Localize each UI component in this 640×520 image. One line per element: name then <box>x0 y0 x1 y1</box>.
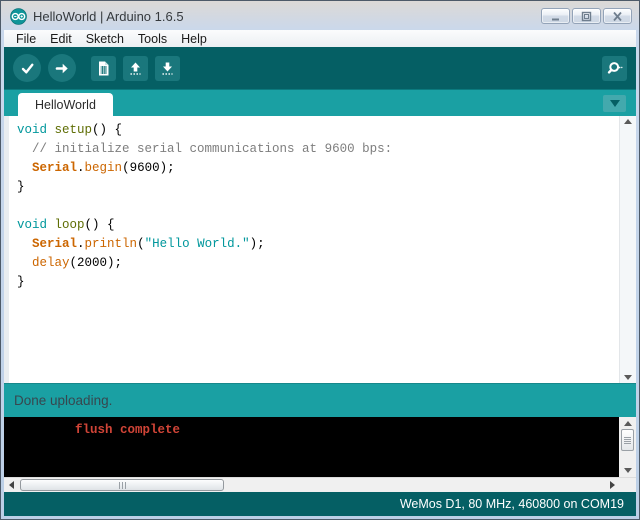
minimize-button[interactable] <box>541 8 570 24</box>
code-line: } <box>17 178 615 197</box>
console-row: flush complete <box>4 417 636 477</box>
console-line: flush complete <box>75 423 619 437</box>
close-button[interactable] <box>603 8 632 24</box>
status-message: Done uploading. <box>14 393 112 408</box>
code-area[interactable]: void setup() { // initialize serial comm… <box>9 116 619 383</box>
open-button[interactable] <box>123 56 148 81</box>
menu-edit[interactable]: Edit <box>43 32 79 46</box>
console-vertical-scrollbar[interactable] <box>619 417 636 477</box>
code-line: void loop() { <box>17 216 615 235</box>
board-info: WeMos D1, 80 MHz, 460800 on COM19 <box>400 497 624 511</box>
arduino-logo-icon <box>10 8 27 25</box>
board-status-footer: WeMos D1, 80 MHz, 460800 on COM19 <box>4 492 636 516</box>
menubar: FileEditSketchToolsHelp <box>4 30 636 47</box>
verify-button[interactable] <box>13 54 41 82</box>
scroll-down-icon[interactable] <box>624 375 632 380</box>
window-controls <box>541 8 632 24</box>
titlebar: HelloWorld | Arduino 1.6.5 <box>4 4 636 30</box>
save-button[interactable] <box>155 56 180 81</box>
checkmark-icon <box>19 60 36 77</box>
arrow-down-icon <box>159 60 176 77</box>
upload-button[interactable] <box>48 54 76 82</box>
triangle-down-icon <box>610 100 620 107</box>
maximize-button[interactable] <box>572 8 601 24</box>
window-title: HelloWorld | Arduino 1.6.5 <box>33 9 541 24</box>
new-sketch-button[interactable] <box>91 56 116 81</box>
code-editor: void setup() { // initialize serial comm… <box>4 116 636 383</box>
scroll-up-icon[interactable] <box>624 119 632 124</box>
maximize-icon <box>579 10 594 23</box>
code-line: Serial.println("Hello World."); <box>17 235 615 254</box>
tab-dropdown-button[interactable] <box>603 95 626 112</box>
code-line: } <box>17 273 615 292</box>
console-scroll-down-icon[interactable] <box>624 468 632 473</box>
minimize-icon <box>548 10 563 23</box>
console-scrollbar-thumb[interactable] <box>621 429 634 451</box>
menu-help[interactable]: Help <box>174 32 214 46</box>
scroll-right-icon[interactable] <box>605 478 619 492</box>
scroll-left-icon[interactable] <box>4 478 18 492</box>
tabbar: HelloWorld <box>4 89 636 116</box>
arrow-right-icon <box>54 60 71 77</box>
serial-monitor-button[interactable] <box>602 56 627 81</box>
code-line <box>17 197 615 216</box>
tab-label: HelloWorld <box>35 98 96 112</box>
console-scroll-up-icon[interactable] <box>624 421 632 426</box>
code-line: delay(2000); <box>17 254 615 273</box>
console-output: flush complete <box>4 417 619 477</box>
menu-tools[interactable]: Tools <box>131 32 174 46</box>
magnifier-icon <box>606 60 623 77</box>
close-icon <box>610 10 625 23</box>
scrollbar-corner <box>619 478 636 492</box>
tab-helloworld[interactable]: HelloWorld <box>18 93 113 116</box>
menu-file[interactable]: File <box>9 32 43 46</box>
toolbar <box>4 47 636 89</box>
arduino-ide-window: HelloWorld | Arduino 1.6.5 FileEditSketc… <box>0 0 640 520</box>
horizontal-scrollbar[interactable] <box>4 478 619 492</box>
horizontal-scrollbar-thumb[interactable] <box>20 479 224 491</box>
menu-sketch[interactable]: Sketch <box>79 32 131 46</box>
code-line: Serial.begin(9600); <box>17 159 615 178</box>
arrow-up-icon <box>127 60 144 77</box>
code-line: void setup() { <box>17 121 615 140</box>
horizontal-scrollbar-row <box>4 477 636 492</box>
document-icon <box>95 60 112 77</box>
status-bar: Done uploading. <box>4 383 636 417</box>
code-line: // initialize serial communications at 9… <box>17 140 615 159</box>
editor-vertical-scrollbar[interactable] <box>619 116 636 383</box>
